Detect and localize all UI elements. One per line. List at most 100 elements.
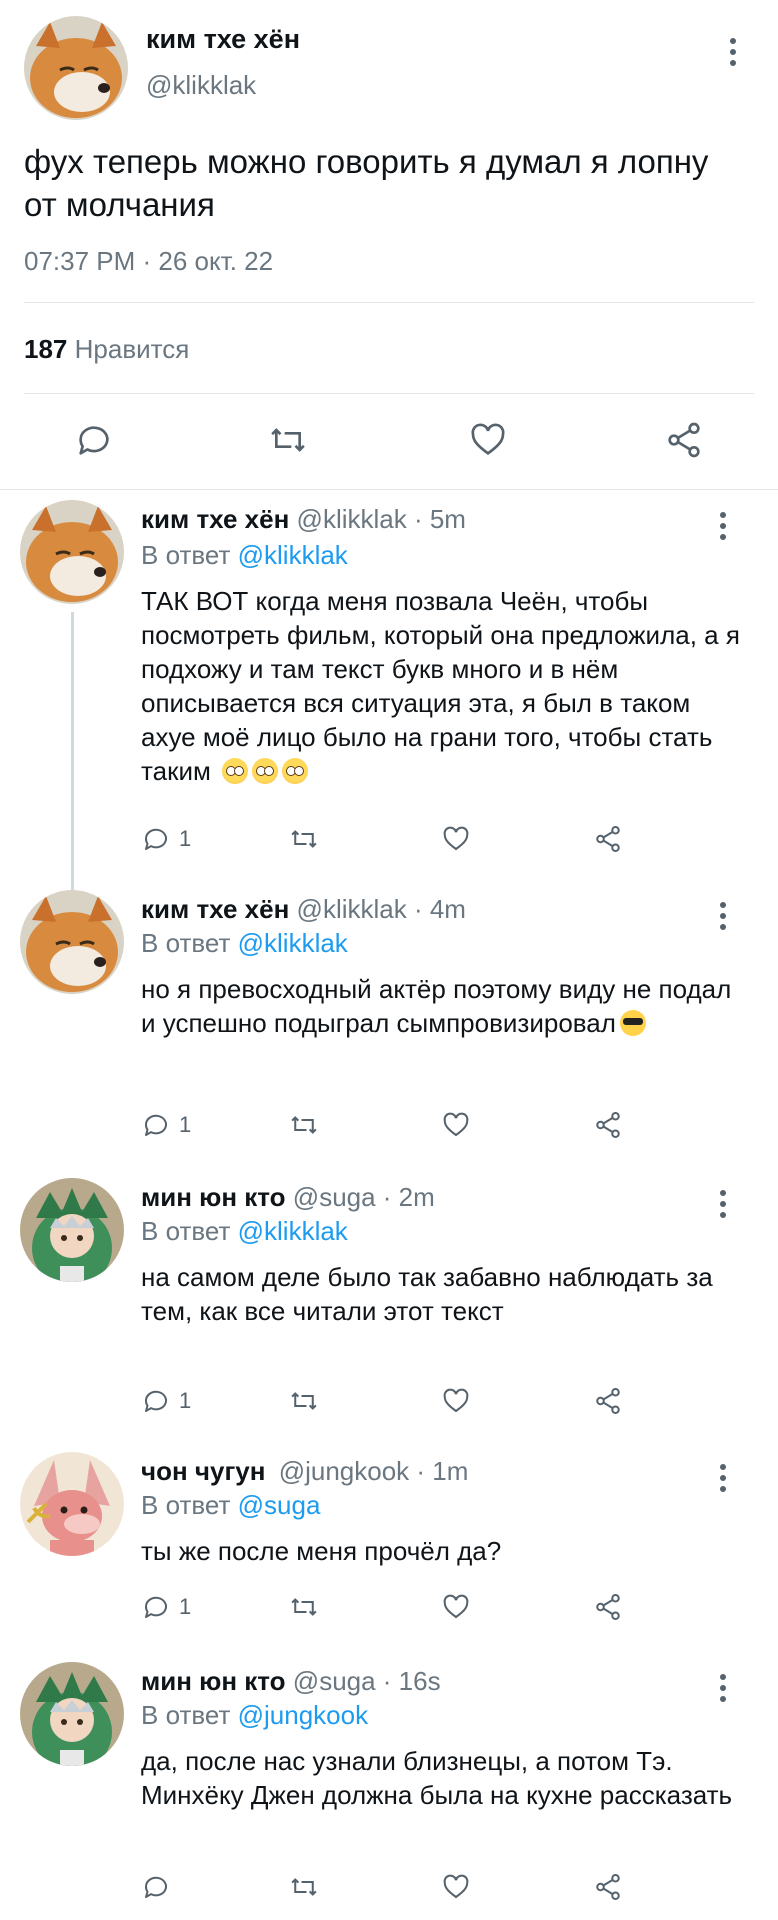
reply-tweet[interactable]: чон чугун @jungkook · 1m В ответ @suga т… xyxy=(0,1450,778,1650)
more-options-icon[interactable] xyxy=(720,512,726,545)
author-name[interactable]: чон чугун xyxy=(141,1456,265,1486)
reply-count: 1 xyxy=(179,826,192,851)
author-handle[interactable]: @suga · 16s xyxy=(293,1666,441,1696)
reply-to-prefix: В ответ xyxy=(141,1216,231,1246)
retweet-icon xyxy=(291,1878,317,1896)
action-bar xyxy=(141,1872,701,1904)
sunglasses-emoji xyxy=(619,1010,646,1036)
reply-tweet[interactable]: мин юн кто @suga · 16s В ответ @jungkook… xyxy=(0,1660,778,1920)
more-options-icon[interactable] xyxy=(720,1190,726,1223)
tweet-text: ты же после меня прочёл да? xyxy=(141,1536,502,1566)
like-icon xyxy=(443,1874,469,1899)
reply-to-line: В ответ @klikklak xyxy=(141,540,348,571)
avatar[interactable] xyxy=(20,1178,124,1282)
avatar[interactable] xyxy=(20,1662,124,1766)
share-button[interactable] xyxy=(593,1110,623,1140)
reply-tweet[interactable]: ким тхе хён @klikklak · 4m В ответ @klik… xyxy=(0,888,778,1158)
author-handle[interactable]: @klikklak xyxy=(146,70,256,101)
reply-to-prefix: В ответ xyxy=(141,928,231,958)
reply-tweet[interactable]: ким тхе хён @klikklak · 5m В ответ @klik… xyxy=(0,500,778,870)
more-options-icon[interactable] xyxy=(720,1464,726,1497)
retweet-button[interactable] xyxy=(289,1110,319,1140)
flushed-emoji xyxy=(218,756,309,786)
share-icon[interactable] xyxy=(664,420,704,460)
tweet-text: да, после нас узнали близнецы, а потом Т… xyxy=(141,1746,733,1810)
retweet-icon xyxy=(291,1116,317,1134)
author-name[interactable]: мин юн кто xyxy=(141,1182,286,1212)
reply-to-handle[interactable]: @klikklak xyxy=(238,540,348,570)
author-name[interactable]: ким тхе хён xyxy=(141,504,289,534)
avatar[interactable] xyxy=(24,16,128,120)
retweet-button[interactable] xyxy=(289,1592,319,1622)
tweet-text: на самом деле было так забавно наблюдать… xyxy=(141,1262,713,1326)
more-options-icon[interactable] xyxy=(720,902,726,935)
like-button[interactable] xyxy=(441,1110,471,1140)
reply-to-handle[interactable]: @klikklak xyxy=(238,1216,348,1246)
retweet-button[interactable] xyxy=(289,824,319,854)
reply-to-handle[interactable]: @klikklak xyxy=(238,928,348,958)
author-name[interactable]: ким тхе хён xyxy=(141,894,289,924)
reply-to-line: В ответ @klikklak xyxy=(141,1216,348,1247)
like-icon[interactable] xyxy=(468,420,508,460)
likes-count[interactable]: 187 Нравится xyxy=(24,334,189,365)
reply-header: ким тхе хён @klikklak · 5m xyxy=(141,504,466,535)
reply-to-handle[interactable]: @suga xyxy=(238,1490,321,1520)
like-button[interactable] xyxy=(441,1592,471,1622)
author-name[interactable]: ким тхе хён xyxy=(146,24,300,55)
reply-icon xyxy=(145,1114,167,1136)
retweet-button[interactable] xyxy=(289,1872,319,1902)
retweet-icon[interactable] xyxy=(268,420,308,460)
reply-button[interactable]: 1 xyxy=(141,1386,191,1416)
action-bar: 1 xyxy=(141,1110,701,1142)
reply-icon xyxy=(145,1596,167,1618)
reply-icon xyxy=(145,828,167,850)
more-options-icon[interactable] xyxy=(730,38,738,71)
action-bar: 1 xyxy=(141,1592,701,1624)
reply-button[interactable]: 1 xyxy=(141,1110,191,1140)
tweet-timestamp[interactable]: 07:37 PM · 26 окт. 22 xyxy=(24,246,273,277)
share-button[interactable] xyxy=(593,1592,623,1622)
reply-to-line: В ответ @jungkook xyxy=(141,1700,368,1731)
more-options-icon[interactable] xyxy=(720,1674,726,1707)
reply-button[interactable] xyxy=(141,1872,171,1902)
reply-button[interactable]: 1 xyxy=(141,1592,191,1622)
divider xyxy=(24,393,754,394)
tweet-text: фух теперь можно говорить я думал я лопн… xyxy=(24,143,709,223)
author-name[interactable]: мин юн кто xyxy=(141,1666,286,1696)
author-handle[interactable]: @klikklak · 5m xyxy=(297,504,466,534)
like-button[interactable] xyxy=(441,824,471,854)
reply-to-line: В ответ @suga xyxy=(141,1490,320,1521)
reply-tweet[interactable]: мин юн кто @suga · 2m В ответ @klikklak … xyxy=(0,1176,778,1436)
share-icon xyxy=(596,826,620,852)
share-button[interactable] xyxy=(593,1872,623,1902)
likes-label: Нравится xyxy=(74,334,190,364)
reply-header: чон чугун @jungkook · 1m xyxy=(141,1456,468,1487)
avatar[interactable] xyxy=(20,1452,124,1556)
avatar[interactable] xyxy=(20,890,124,994)
reply-to-line: В ответ @klikklak xyxy=(141,928,348,959)
tweet-text: но я превосходный актёр поэтому виду не … xyxy=(141,972,741,1040)
avatar[interactable] xyxy=(20,500,124,604)
author-handle[interactable]: @jungkook · 1m xyxy=(279,1456,469,1486)
author-handle[interactable]: @klikklak · 4m xyxy=(297,894,466,924)
retweet-icon xyxy=(291,830,317,848)
reply-icon xyxy=(145,1390,167,1412)
author-handle[interactable]: @suga · 2m xyxy=(293,1182,435,1212)
share-icon xyxy=(596,1112,620,1138)
share-button[interactable] xyxy=(593,824,623,854)
reply-button[interactable]: 1 xyxy=(141,824,191,854)
action-bar: 1 xyxy=(141,1386,701,1418)
likes-number: 187 xyxy=(24,334,68,364)
reply-to-handle[interactable]: @jungkook xyxy=(238,1700,368,1730)
like-button[interactable] xyxy=(441,1872,471,1902)
reply-header: мин юн кто @suga · 2m xyxy=(141,1182,435,1213)
reply-icon[interactable] xyxy=(74,420,114,460)
reply-to-prefix: В ответ xyxy=(141,1700,231,1730)
reply-count: 1 xyxy=(179,1388,192,1413)
like-icon xyxy=(443,1112,469,1137)
retweet-button[interactable] xyxy=(289,1386,319,1416)
like-button[interactable] xyxy=(441,1386,471,1416)
retweet-icon xyxy=(291,1392,317,1410)
share-button[interactable] xyxy=(593,1386,623,1416)
like-icon xyxy=(443,1388,469,1413)
